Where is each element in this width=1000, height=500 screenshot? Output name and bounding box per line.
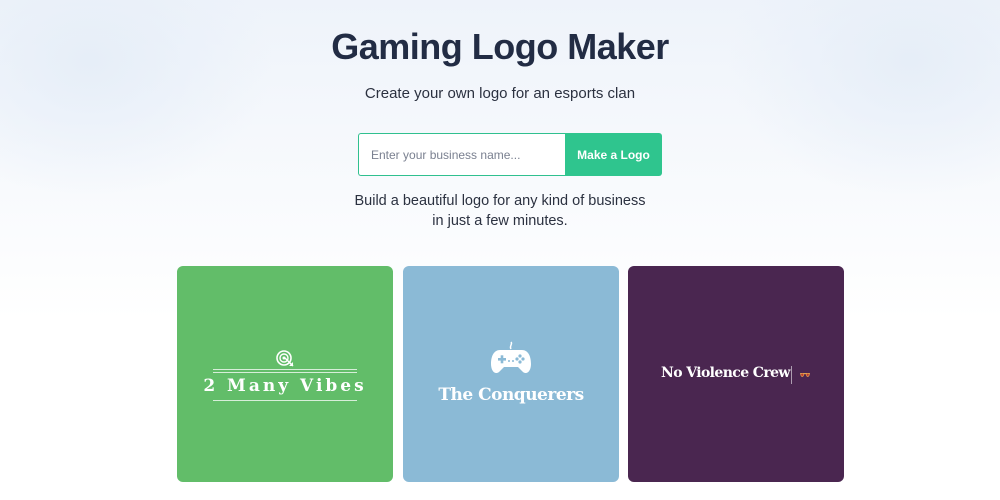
page-content: Gaming Logo Maker Create your own logo f… [0,0,1000,500]
glasses-icon [800,373,810,377]
logo-divider [791,366,792,384]
logo-example-name: 2 Many Vibes [203,376,367,396]
description: Build a beautiful logo for any kind of b… [0,191,1000,231]
logo-rule-top-2 [213,372,357,373]
logo-rule-bottom [213,400,357,401]
page-title: Gaming Logo Maker [331,26,669,67]
logo-rule-top-1 [213,369,357,370]
logo-example-card-1[interactable]: 2 Many Vibes [177,266,393,482]
page-subtitle: Create your own logo for an esports clan [364,85,636,102]
description-line-2: in just a few minutes. [432,213,568,229]
logo-example-card-2[interactable]: The Conquerers [403,266,619,482]
description-line-1: Build a beautiful logo for any kind of b… [354,193,646,209]
logo-example-card-3[interactable]: No Violence Crew [628,266,844,482]
logo-form: Make a Logo [358,133,662,176]
make-logo-button[interactable]: Make a Logo [565,133,662,176]
gamepad-icon [491,341,531,374]
business-name-input[interactable] [358,133,565,176]
logo-example-name: No Violence Crew [661,365,790,381]
target-arrow-icon [276,350,294,367]
logo-example-name: The Conquerers [438,385,584,405]
